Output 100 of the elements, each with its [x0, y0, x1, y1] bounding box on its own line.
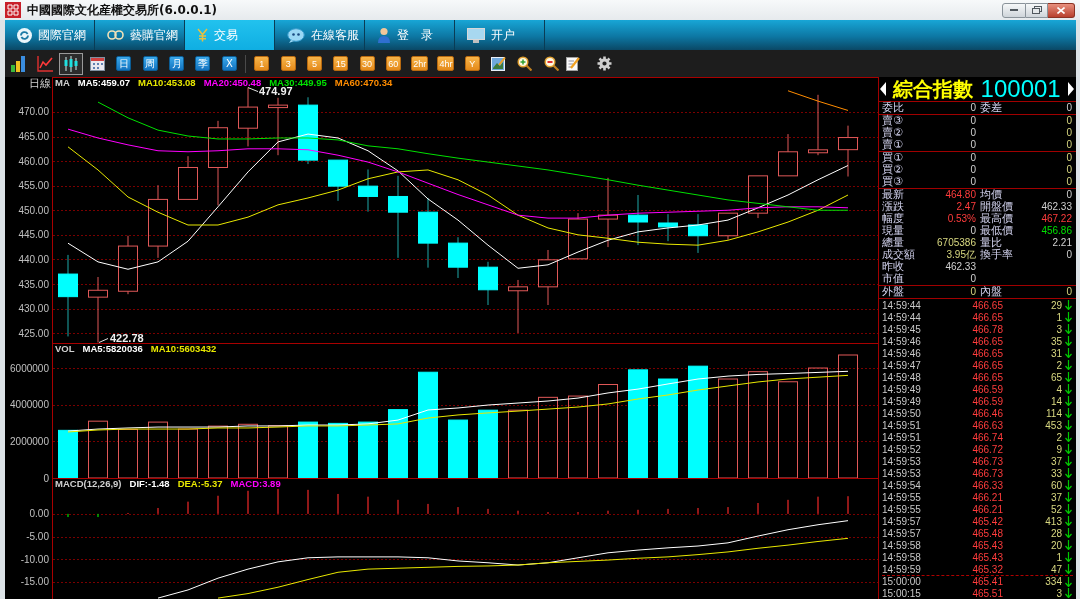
trade-time: 14:59:46 — [882, 347, 922, 359]
period-button[interactable]: X — [221, 56, 237, 71]
period-button[interactable]: 日 — [116, 56, 132, 71]
trade-volume: 35 — [1049, 335, 1062, 347]
interval-button[interactable]: 60 — [385, 56, 401, 71]
right-triangle-icon[interactable] — [1068, 82, 1074, 96]
trade-volume: 14 — [1049, 395, 1062, 407]
candlestick — [538, 249, 558, 306]
legend-label: MA — [55, 78, 70, 88]
quote-value: 0 — [1066, 286, 1072, 298]
trade-volume: 29 — [1049, 299, 1062, 311]
ask-label: 賣② — [882, 127, 903, 139]
maximize-button[interactable] — [1026, 2, 1048, 18]
yen-icon — [197, 28, 208, 42]
trade-volume: 2 — [1055, 359, 1062, 371]
axis-label: 2000000 — [10, 435, 49, 447]
quote-label: 最高價 — [980, 213, 1013, 225]
candlestick — [838, 125, 858, 178]
trade-volume: 31 — [1049, 347, 1062, 359]
zoom-out-icon[interactable] — [543, 56, 559, 71]
notepad-pencil-icon[interactable] — [566, 56, 581, 71]
trade-price: 466.73 — [971, 455, 1003, 467]
period-button[interactable]: 月 — [169, 56, 185, 71]
bid-label: 買① — [882, 152, 903, 164]
ask-price: 0 — [970, 139, 976, 151]
trade-volume: 413 — [1044, 515, 1062, 527]
trade-time: 14:59:49 — [882, 395, 922, 407]
volume-bar — [268, 425, 288, 479]
quote-value: 2.47 — [956, 201, 976, 213]
volume-bar — [208, 425, 228, 479]
quote-label: 昨收 — [882, 261, 904, 273]
volume-bar — [448, 419, 468, 479]
ask-volume: 0 — [1066, 115, 1072, 127]
quote-label: 市值 — [882, 273, 904, 285]
axis-label: 0.00 — [29, 508, 49, 520]
volume-bar — [58, 429, 78, 479]
trade-volume: 52 — [1049, 503, 1062, 515]
volume-bar — [388, 409, 408, 479]
chart-type-button[interactable] — [58, 52, 83, 75]
ask-volume: 0 — [1066, 139, 1072, 151]
trade-price: 465.41 — [971, 576, 1003, 587]
quote-label: 幅度 — [882, 213, 904, 225]
candlestick — [358, 168, 378, 213]
volume-bar — [118, 428, 138, 479]
quote-value: 462.33 — [1041, 201, 1072, 213]
minimize-button[interactable] — [1002, 2, 1026, 18]
interval-button[interactable]: 1 — [254, 56, 270, 71]
interval-button[interactable]: 30 — [359, 56, 375, 71]
trade-price: 466.65 — [971, 299, 1003, 311]
trade-volume: 334 — [1044, 576, 1062, 587]
leader-line — [98, 338, 109, 343]
quote-value: 0 — [970, 102, 976, 114]
volume-bar — [478, 409, 498, 479]
quote-label: 最低價 — [980, 225, 1013, 237]
trade-volume: 2 — [1055, 431, 1062, 443]
interval-button[interactable]: Y — [464, 56, 480, 71]
trade-time: 14:59:51 — [882, 431, 922, 443]
legend-label: VOL — [55, 344, 75, 354]
axis-label: 4000000 — [10, 399, 49, 411]
interval-button[interactable]: 3 — [280, 56, 296, 71]
bid-label: 買② — [882, 164, 903, 176]
left-triangle-icon[interactable] — [880, 82, 886, 96]
volume-bar — [178, 428, 198, 479]
period-button[interactable]: 季 — [195, 56, 211, 71]
candlestick — [118, 235, 138, 295]
zoom-in-icon[interactable] — [517, 56, 533, 71]
trade-time: 14:59:53 — [882, 467, 922, 479]
interval-button[interactable]: 4hr — [437, 56, 455, 71]
quote-label: 內盤 — [980, 286, 1002, 298]
trade-volume: 3 — [1055, 587, 1062, 599]
nav-tab[interactable]: 交易 — [185, 20, 275, 50]
trade-time: 14:59:57 — [882, 515, 922, 527]
settings-icon[interactable] — [597, 56, 613, 71]
axis-label: 440.00 — [18, 253, 49, 265]
line-chart-icon — [36, 55, 53, 72]
interval-button[interactable]: 2hr — [411, 56, 429, 71]
period-label: 日線 — [29, 77, 51, 89]
trade-time: 14:59:51 — [882, 419, 922, 431]
trade-price: 466.46 — [971, 407, 1003, 419]
quote-label: 委比 — [882, 102, 904, 114]
axis-label: 445.00 — [18, 229, 49, 241]
close-button[interactable] — [1048, 2, 1075, 18]
quote-label: 最新 — [882, 189, 904, 201]
calendar-icon[interactable] — [89, 56, 105, 71]
interval-button[interactable]: 5 — [306, 56, 322, 71]
ask-price: 0 — [970, 127, 976, 139]
trade-price: 466.59 — [971, 383, 1003, 395]
legend-label: MACD:3.89 — [230, 479, 281, 489]
bid-label: 買③ — [882, 176, 903, 188]
image-edit-icon[interactable] — [491, 56, 506, 71]
legend-label: MA5:459.07 — [77, 78, 131, 88]
trade-time: 14:59:46 — [882, 335, 922, 347]
candlestick — [298, 96, 318, 165]
trade-price: 465.32 — [971, 563, 1003, 575]
axis-label: -10.00 — [20, 553, 49, 565]
minimize-icon — [1010, 9, 1018, 11]
period-button[interactable]: 周 — [142, 56, 158, 71]
axis-label: -5.00 — [26, 531, 49, 542]
quote-label: 外盤 — [882, 286, 904, 298]
interval-button[interactable]: 15 — [333, 56, 349, 71]
